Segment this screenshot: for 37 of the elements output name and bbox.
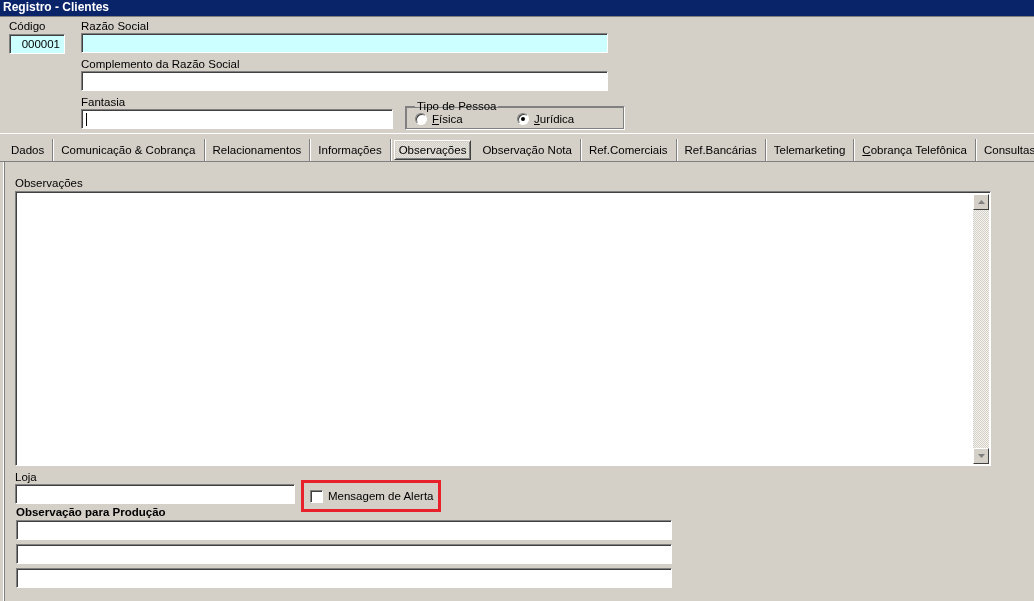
scrollbar[interactable] xyxy=(973,194,989,464)
scroll-down-icon xyxy=(977,454,985,458)
window-title: Registro - Clientes xyxy=(0,0,1034,16)
tab[interactable]: Consultas xyxy=(976,139,1034,161)
field-label: Observações xyxy=(15,176,84,190)
group-label: Tipo de Pessoa xyxy=(416,100,498,112)
field-label: Loja xyxy=(15,470,38,484)
tab[interactable]: Informações xyxy=(310,139,391,161)
checkbox[interactable] xyxy=(310,489,323,503)
text-field[interactable] xyxy=(81,71,608,91)
scroll-up-icon xyxy=(977,200,985,204)
field-label: Código xyxy=(9,19,47,33)
text-field[interactable] xyxy=(15,484,295,504)
text-field[interactable] xyxy=(16,568,672,588)
tab[interactable]: Comunicação & Cobrança xyxy=(53,139,205,161)
radio-label: Física xyxy=(432,113,463,125)
tab[interactable]: Dados xyxy=(3,139,54,161)
text-field[interactable]: 000001 xyxy=(9,34,65,54)
radio-button[interactable] xyxy=(415,113,427,125)
text-field[interactable] xyxy=(16,520,672,540)
radio-button[interactable] xyxy=(517,113,529,125)
radio-label: Jurídica xyxy=(534,113,575,125)
tab[interactable]: Ref.Bancárias xyxy=(676,139,766,161)
field-label: Fantasia xyxy=(81,95,127,109)
tab[interactable]: Cobrança Telefônica xyxy=(854,139,976,161)
tab[interactable]: Telemarketing xyxy=(765,139,855,161)
text-field[interactable] xyxy=(81,33,608,53)
tab[interactable]: Relacionamentos xyxy=(204,139,311,161)
tab[interactable]: Observações xyxy=(393,140,472,160)
field-label: Complemento da Razão Social xyxy=(81,57,241,71)
tab[interactable]: Ref.Comerciais xyxy=(580,139,677,161)
checkbox-label: Mensagem de Alerta xyxy=(328,490,434,502)
text-field[interactable] xyxy=(81,109,393,129)
field-label: Observação para Produção xyxy=(16,505,167,519)
tab[interactable]: Observação Nota xyxy=(474,139,581,161)
text-field[interactable] xyxy=(16,544,672,564)
field-label: Razão Social xyxy=(81,19,150,33)
